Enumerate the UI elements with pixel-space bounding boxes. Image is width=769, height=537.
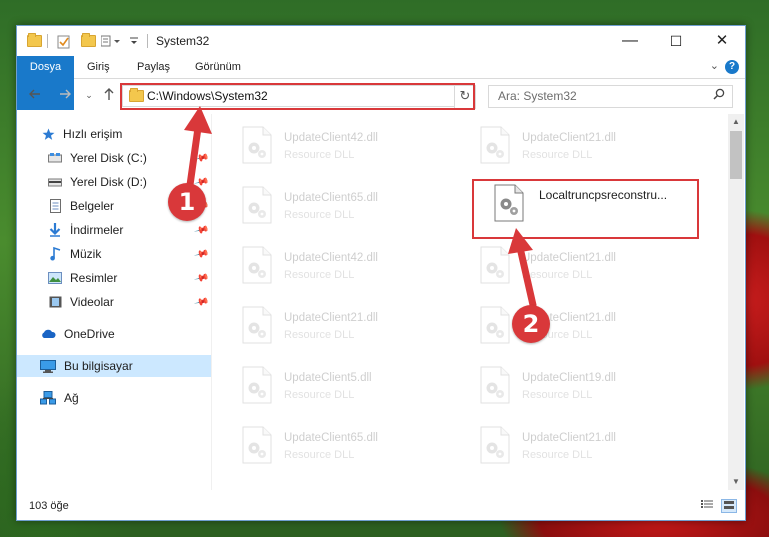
callout-badge-1: 1 [168,183,206,221]
callout-arrows [184,106,537,309]
callout-badge-2: 2 [512,305,550,343]
